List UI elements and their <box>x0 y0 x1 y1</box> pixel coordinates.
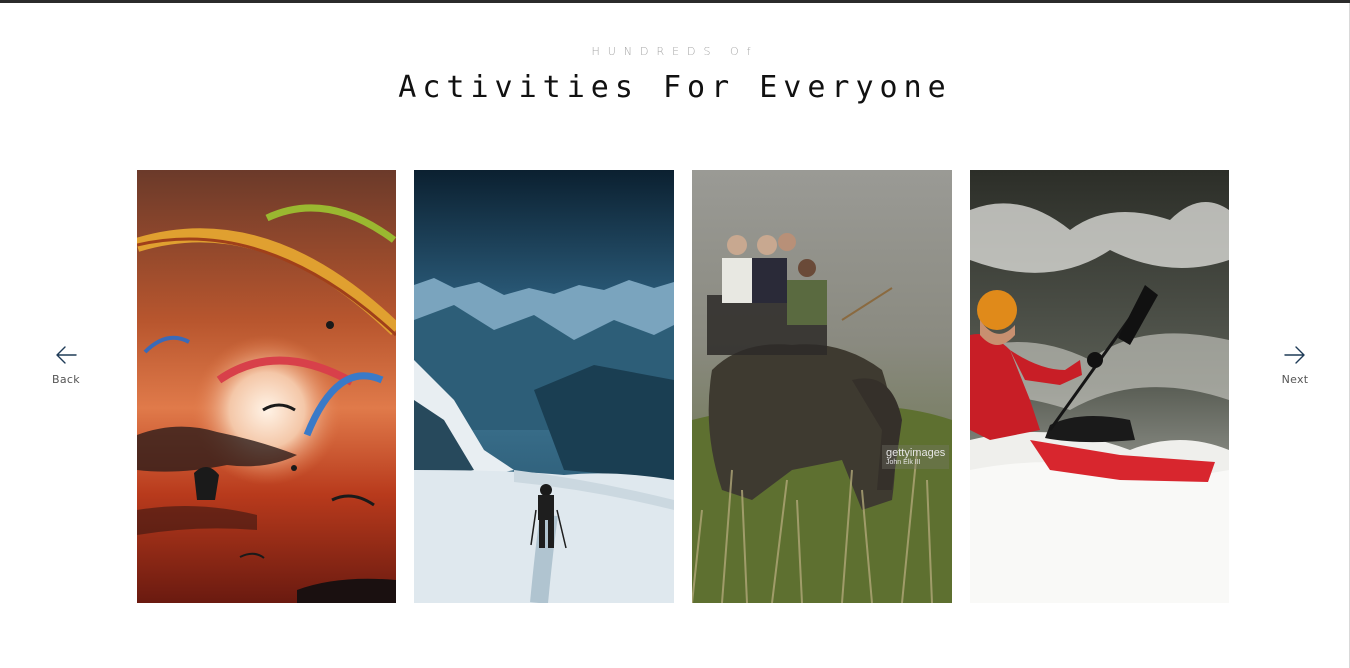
activity-card-paragliding[interactable] <box>137 170 396 603</box>
kayaking-photo-icon <box>970 170 1229 603</box>
activity-card-safari[interactable]: gettyimages John Elk III <box>692 170 952 603</box>
next-label: Next <box>1281 373 1309 386</box>
safari-photo-icon <box>692 170 952 603</box>
activity-card-kayaking[interactable] <box>970 170 1229 603</box>
section-title: Activities For Everyone <box>398 70 952 105</box>
carousel-next-button[interactable]: Next <box>1265 345 1325 386</box>
activity-card-hiking[interactable] <box>414 170 674 603</box>
hiking-photo-icon <box>414 170 674 603</box>
watermark-brand: gettyimages <box>886 447 946 459</box>
watermark-credit: John Elk III <box>886 459 921 467</box>
arrow-right-icon <box>1284 346 1305 364</box>
carousel-back-button[interactable]: Back <box>36 345 96 386</box>
photo-watermark: gettyimages John Elk III <box>882 445 950 469</box>
paragliding-photo-icon <box>137 170 396 603</box>
back-label: Back <box>52 373 80 386</box>
arrow-left-icon <box>56 346 77 364</box>
section-eyebrow: HUNDREDS Of <box>591 45 759 58</box>
top-border <box>0 0 1350 3</box>
